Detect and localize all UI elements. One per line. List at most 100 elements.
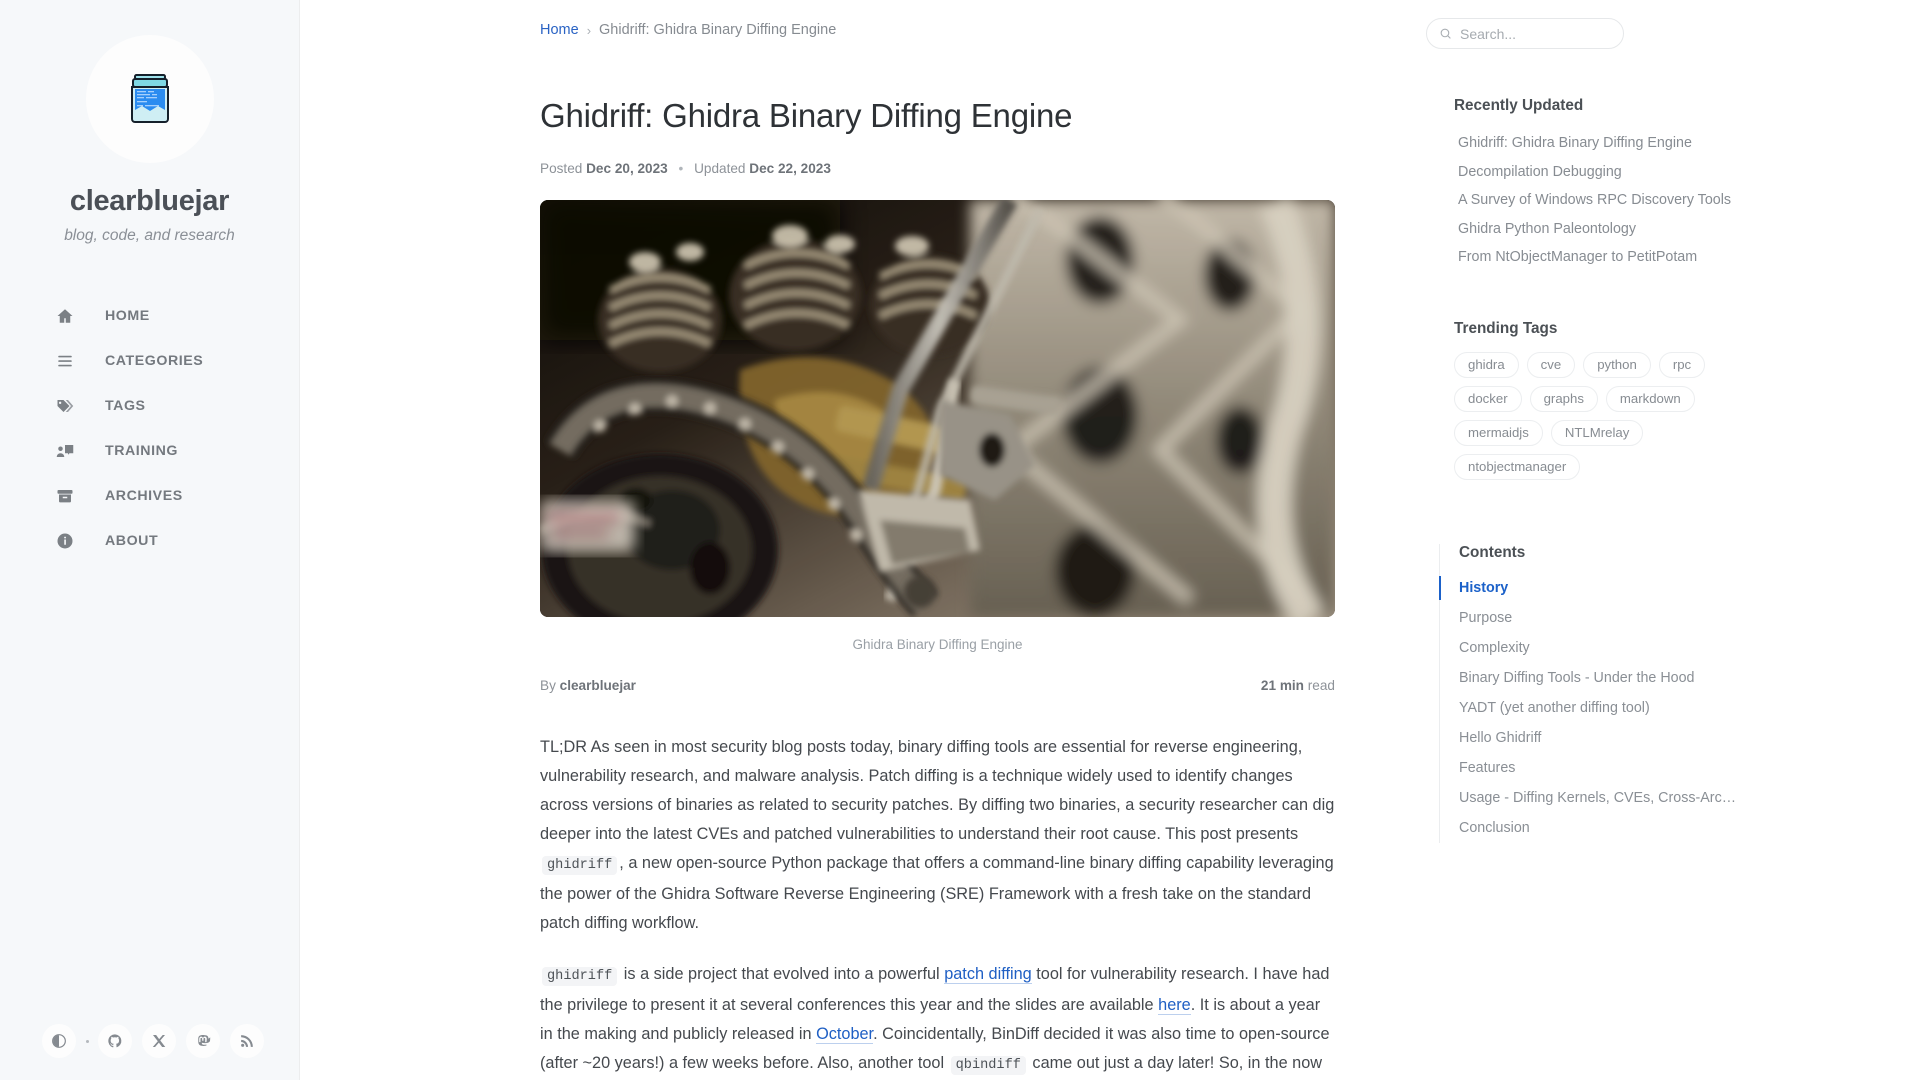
recently-updated-panel: Recently Updated Ghidriff: Ghidra Binary… — [1454, 97, 1754, 272]
p1-text-1: TL;DR As seen in most security blog post… — [540, 738, 1335, 843]
sidebar-label-about: ABOUT — [105, 532, 159, 549]
toc-item-usage[interactable]: Usage - Diffing Kernels, CVEs, Cross-Arc… — [1455, 783, 1759, 813]
list-icon — [54, 350, 76, 372]
sidebar-item-archives[interactable]: ARCHIVES — [0, 473, 299, 518]
tag-item[interactable]: ghidra — [1454, 351, 1519, 378]
footer-separator-dot — [86, 1039, 89, 1043]
table-of-contents: Contents History Purpose Complexity Bina… — [1439, 543, 1759, 843]
link-october[interactable]: October — [816, 1025, 874, 1044]
sidebar-item-training[interactable]: TRAINING — [0, 428, 299, 473]
sidebar-label-home: HOME — [105, 307, 150, 324]
tag-item[interactable]: python — [1583, 351, 1651, 378]
updated-date: Dec 22, 2023 — [749, 161, 831, 176]
github-link-button[interactable] — [98, 1024, 132, 1058]
tag-item[interactable]: docker — [1454, 385, 1522, 412]
recent-item[interactable]: Decompilation Debugging — [1454, 158, 1754, 187]
tag-icon — [54, 395, 76, 417]
contrast-half-circle-icon — [52, 1034, 66, 1048]
info-circle-icon — [54, 530, 76, 552]
rss-link-button[interactable] — [230, 1024, 264, 1058]
site-title: clearbluejar — [69, 185, 230, 217]
toc-item-hello-ghidriff[interactable]: Hello Ghidriff — [1455, 723, 1759, 753]
hero-image — [540, 200, 1335, 617]
posted-date: Dec 20, 2023 — [586, 161, 668, 176]
mastodon-icon — [198, 1035, 211, 1046]
sidebar-item-tags[interactable]: TAGS — [0, 383, 299, 428]
dark-mode-toggle-button[interactable] — [42, 1024, 76, 1058]
updated-label: Updated — [694, 161, 746, 176]
search-box[interactable] — [1426, 18, 1624, 49]
toc-item-features[interactable]: Features — [1455, 753, 1759, 783]
search-input[interactable] — [1460, 25, 1610, 42]
contents-title: Contents — [1459, 543, 1526, 561]
tag-item[interactable]: markdown — [1605, 385, 1695, 412]
read-time-block: 21 min read — [1261, 678, 1335, 693]
tag-item[interactable]: rpc — [1658, 351, 1706, 378]
paragraph-2: ghidriff is a side project that evolved … — [540, 960, 1335, 1080]
breadcrumb-current: Ghidriff: Ghidra Binary Diffing Engine — [599, 22, 837, 38]
author-name[interactable]: clearbluejar — [560, 678, 636, 693]
tag-item[interactable]: ntobjectmanager — [1454, 453, 1581, 480]
post-body: TL;DR As seen in most security blog post… — [540, 733, 1335, 1080]
site-logo[interactable] — [85, 35, 214, 163]
read-time-label: read — [1307, 678, 1335, 693]
recently-updated-title: Recently Updated — [1454, 97, 1584, 114]
posted-label: Posted — [540, 161, 583, 176]
link-here[interactable]: here — [1158, 996, 1191, 1015]
toc-item-yadt[interactable]: YADT (yet another diffing tool) — [1455, 693, 1759, 723]
sidebar-label-tags: TAGS — [105, 397, 146, 414]
toc-item-purpose[interactable]: Purpose — [1455, 603, 1759, 633]
p2-code-ghidriff: ghidriff — [542, 967, 618, 986]
p2-text-1: is a side project that evolved into a po… — [623, 965, 940, 983]
recent-item[interactable]: Ghidra Python Paleontology — [1454, 215, 1754, 244]
trending-tags-title: Trending Tags — [1454, 319, 1558, 337]
by-label: By — [540, 678, 556, 693]
toc-item-binary-diffing-tools[interactable]: Binary Diffing Tools - Under the Hood — [1455, 663, 1759, 693]
paragraph-1: TL;DR As seen in most security blog post… — [540, 733, 1335, 938]
sidebar-item-home[interactable]: HOME — [0, 293, 299, 338]
sidebar-item-about[interactable]: ABOUT — [0, 518, 299, 563]
archive-box-icon — [54, 485, 76, 507]
sidebar-label-training: TRAINING — [105, 442, 178, 459]
tag-item[interactable]: NTLMrelay — [1550, 419, 1644, 446]
link-patch-diffing[interactable]: patch diffing — [944, 965, 1032, 984]
content-column: Home › Ghidriff: Ghidra Binary Diffing E… — [300, 0, 1390, 1080]
p2-code-qbindiff: qbindiff — [950, 1056, 1026, 1075]
tag-item[interactable]: cve — [1526, 351, 1576, 378]
read-time-value: 21 min — [1260, 678, 1304, 693]
site-subtitle: blog, code, and research — [64, 227, 235, 244]
hero-caption: Ghidra Binary Diffing Engine — [852, 637, 1023, 652]
breadcrumb-separator: › — [586, 22, 592, 38]
tag-list: ghidra cve python rpc docker graphs mark… — [1454, 351, 1714, 480]
recent-item[interactable]: From NtObjectManager to PetitPotam — [1454, 243, 1754, 272]
p1-text-2: , a new open-source Python package that … — [540, 854, 1334, 932]
chalkboard-user-icon — [54, 440, 76, 462]
sidebar-footer-icons — [0, 1024, 299, 1058]
page-title: Ghidriff: Ghidra Binary Diffing Engine — [540, 97, 1073, 134]
byline: By clearbluejar 21 min read — [540, 678, 1335, 693]
right-sidebar: Recently Updated Ghidriff: Ghidra Binary… — [1390, 0, 1790, 1080]
tag-item[interactable]: mermaidjs — [1454, 419, 1543, 446]
p1-code-ghidriff: ghidriff — [542, 856, 618, 875]
left-sidebar: clearbluejar blog, code, and research HO… — [0, 0, 300, 1080]
toc-item-history[interactable]: History — [1439, 573, 1759, 603]
blue-jar-logo-icon — [130, 74, 169, 123]
search-icon — [1440, 28, 1451, 39]
mastodon-link-button[interactable] — [186, 1024, 220, 1058]
x-twitter-link-button[interactable] — [142, 1024, 176, 1058]
sidebar-item-categories[interactable]: CATEGORIES — [0, 338, 299, 383]
recent-item[interactable]: A Survey of Windows RPC Discovery Tools — [1454, 186, 1754, 215]
trending-tags-panel: Trending Tags ghidra cve python rpc dock… — [1454, 320, 1754, 480]
post-meta: Posted Dec 20, 2023 • Updated Dec 22, 20… — [540, 161, 1370, 176]
toc-item-conclusion[interactable]: Conclusion — [1455, 813, 1759, 843]
sidebar-label-archives: ARCHIVES — [105, 487, 183, 504]
breadcrumb-home-link[interactable]: Home — [540, 22, 579, 38]
toc-item-complexity[interactable]: Complexity — [1455, 633, 1759, 663]
github-icon — [108, 1034, 122, 1048]
meta-dot: • — [678, 161, 684, 176]
recent-item[interactable]: Ghidriff: Ghidra Binary Diffing Engine — [1454, 129, 1754, 158]
tag-item[interactable]: graphs — [1529, 385, 1598, 412]
breadcrumb: Home › Ghidriff: Ghidra Binary Diffing E… — [540, 12, 1370, 38]
main-navigation: HOME CATEGORIES TAGS TRAINING ARCHIVES A… — [0, 293, 299, 563]
engine-photo-illustration — [540, 200, 1335, 617]
